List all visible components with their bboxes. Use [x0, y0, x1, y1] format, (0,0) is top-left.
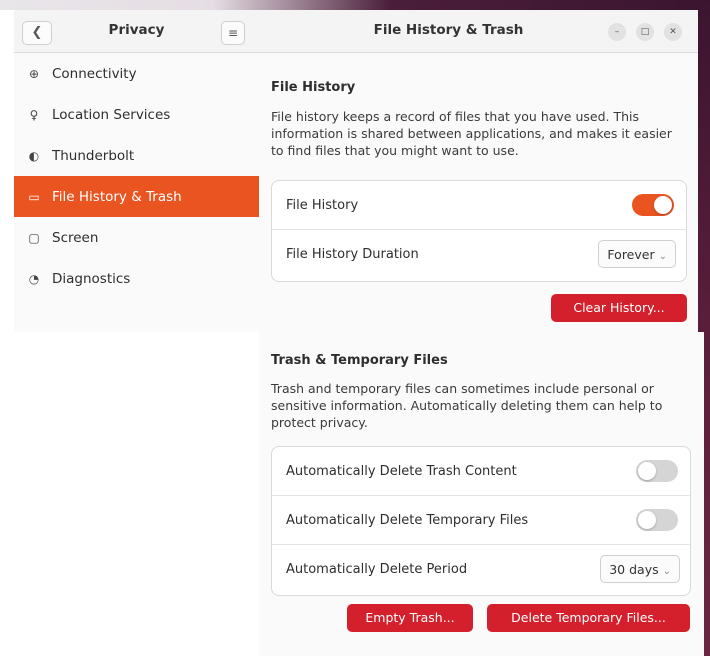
file-history-card: File History File History Duration Forev… — [271, 180, 687, 282]
auto-delete-period-row: Automatically Delete Period 30 days ⌄ — [272, 545, 690, 593]
dropdown-value: 30 days — [609, 562, 659, 577]
sidebar-item-connectivity[interactable]: ⊕ Connectivity — [14, 53, 259, 94]
sidebar: ❮ Privacy ≡ ⊕ Connectivity ♀ Location Se… — [14, 10, 260, 332]
main-panel: File History & Trash – □ ✕ File History … — [259, 10, 698, 332]
toggle-knob — [638, 511, 656, 529]
toggle-knob — [654, 196, 672, 214]
trash-card: Automatically Delete Trash Content Autom… — [271, 446, 691, 596]
sidebar-item-label: Screen — [52, 229, 99, 246]
window-header: File History & Trash – □ ✕ — [259, 10, 698, 53]
folder-icon: ▭ — [28, 189, 40, 204]
auto-delete-trash-label: Automatically Delete Trash Content — [286, 463, 517, 479]
sidebar-item-label: Diagnostics — [52, 270, 131, 287]
auto-delete-temp-label: Automatically Delete Temporary Files — [286, 512, 529, 528]
clear-history-button[interactable]: Clear History... — [551, 294, 687, 322]
sidebar-item-label: Location Services — [52, 106, 171, 123]
sidebar-item-thunderbolt[interactable]: ◐ Thunderbolt — [14, 135, 259, 176]
auto-delete-trash-row: Automatically Delete Trash Content — [272, 447, 690, 495]
file-history-heading: File History — [271, 80, 356, 95]
auto-delete-period-dropdown[interactable]: 30 days ⌄ — [600, 555, 680, 583]
sidebar-item-label: Connectivity — [52, 65, 137, 82]
file-history-duration-row: File History Duration Forever ⌄ — [272, 230, 686, 278]
sidebar-item-diagnostics[interactable]: ◔ Diagnostics — [14, 258, 259, 299]
sidebar-item-file-history-trash[interactable]: ▭ File History & Trash — [14, 176, 259, 217]
sidebar-header: ❮ Privacy ≡ — [14, 10, 259, 53]
maximize-icon[interactable]: □ — [636, 23, 654, 41]
trash-panel: Trash & Temporary Files Trash and tempor… — [259, 332, 704, 656]
window-title: File History & Trash — [373, 22, 524, 38]
desktop-background — [0, 0, 710, 10]
file-history-description: File history keeps a record of files tha… — [271, 109, 672, 158]
trash-description: Trash and temporary files can sometimes … — [271, 381, 663, 430]
delete-temporary-files-button[interactable]: Delete Temporary Files... — [487, 604, 690, 632]
diagnostics-icon: ◔ — [28, 271, 40, 286]
dropdown-value: Forever — [607, 247, 655, 262]
sidebar-item-label: File History & Trash — [52, 188, 182, 205]
toggle-knob — [638, 462, 656, 480]
empty-trash-button[interactable]: Empty Trash... — [347, 604, 473, 632]
trash-heading: Trash & Temporary Files — [271, 353, 448, 368]
location-pin-icon: ♀ — [29, 107, 39, 122]
auto-delete-period-label: Automatically Delete Period — [286, 561, 468, 577]
chevron-down-icon: ⌄ — [662, 566, 671, 577]
sidebar-item-location-services[interactable]: ♀ Location Services — [14, 94, 259, 135]
auto-delete-trash-toggle[interactable] — [636, 460, 678, 482]
minimize-icon[interactable]: – — [608, 23, 626, 41]
screen-icon: ▢ — [28, 230, 40, 245]
sidebar-item-label: Thunderbolt — [52, 147, 135, 164]
file-history-duration-dropdown[interactable]: Forever ⌄ — [598, 240, 676, 268]
thunderbolt-icon: ◐ — [28, 148, 40, 163]
auto-delete-temp-toggle[interactable] — [636, 509, 678, 531]
file-history-toggle-label: File History — [286, 197, 359, 213]
file-history-toggle[interactable] — [632, 194, 674, 216]
auto-delete-temp-row: Automatically Delete Temporary Files — [272, 496, 690, 544]
hamburger-menu-icon[interactable]: ≡ — [221, 21, 245, 45]
close-icon[interactable]: ✕ — [664, 23, 682, 41]
sidebar-item-screen[interactable]: ▢ Screen — [14, 217, 259, 258]
file-history-toggle-row: File History — [272, 181, 686, 229]
chevron-down-icon: ⌄ — [658, 251, 667, 262]
connectivity-icon: ⊕ — [28, 66, 40, 81]
file-history-duration-label: File History Duration — [286, 246, 419, 262]
